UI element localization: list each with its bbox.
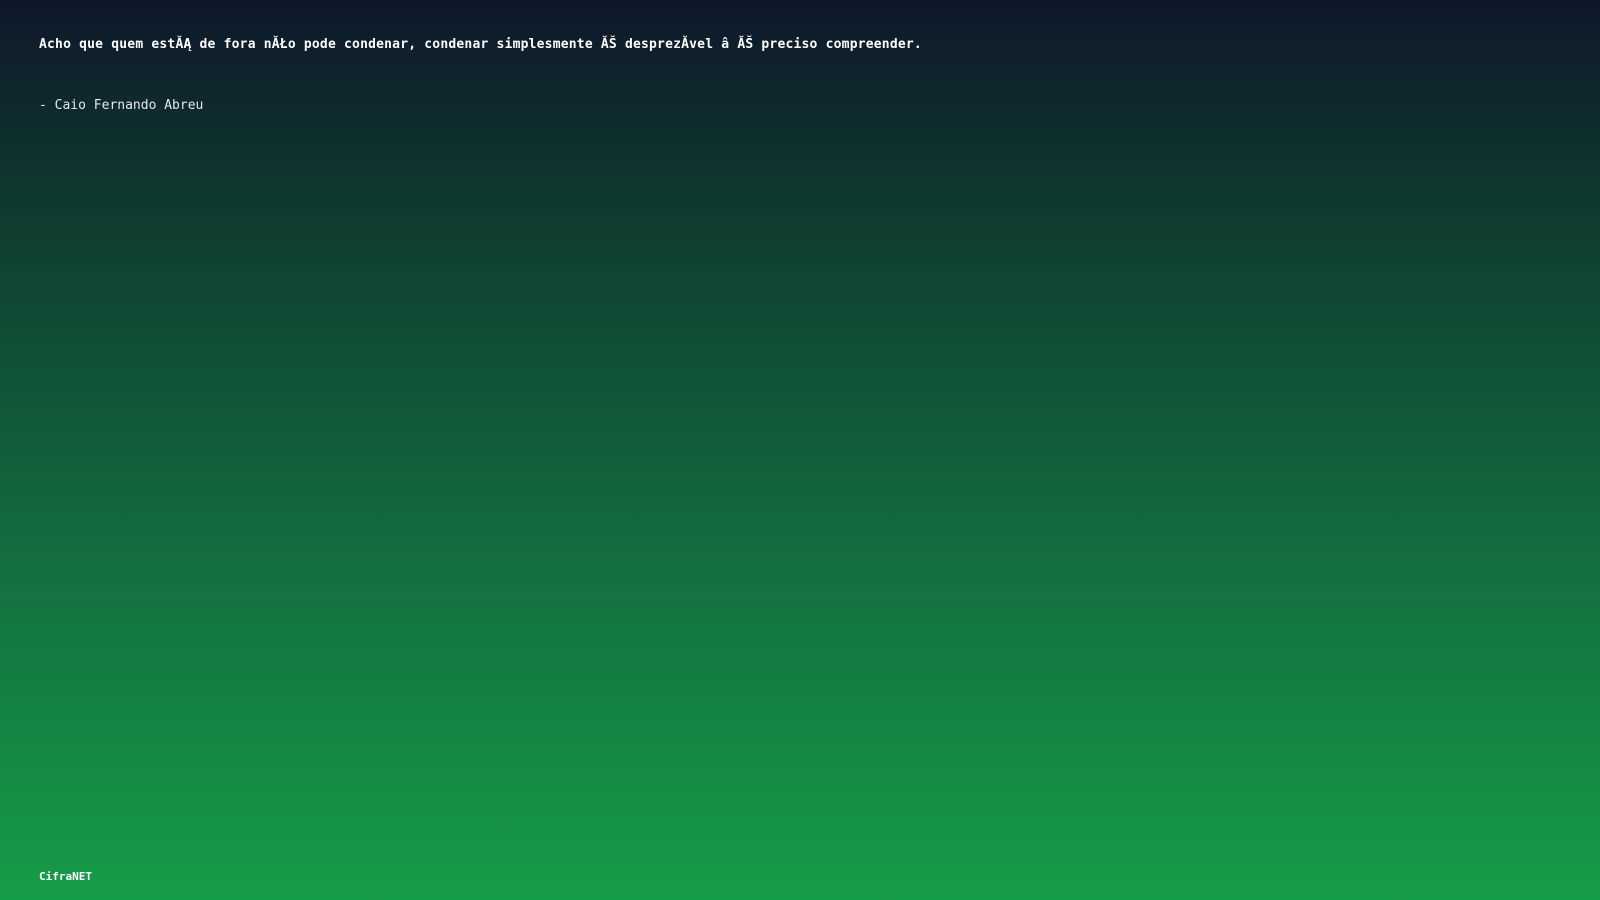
quote-text: Acho que quem estĂĄ de fora nĂŁo pode co…	[39, 37, 922, 52]
quote-author: - Caio Fernando Abreu	[39, 98, 204, 113]
brand-label: CifraNET	[39, 870, 92, 883]
